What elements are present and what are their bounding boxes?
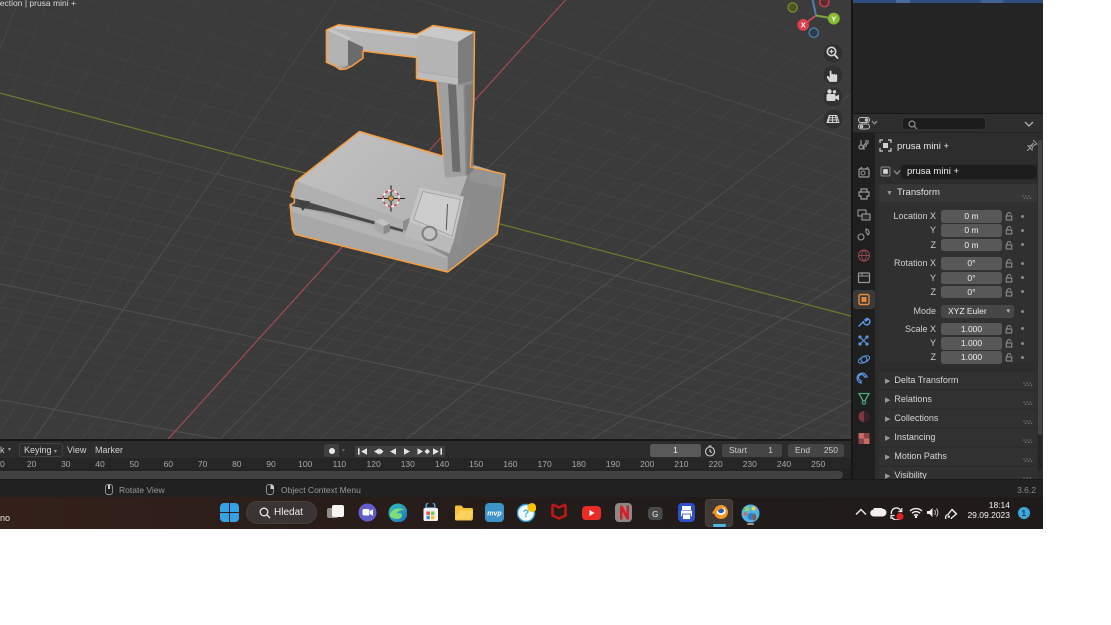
svg-text:Y: Y xyxy=(831,14,836,23)
svg-text:llection | prusa mini +: llection | prusa mini + xyxy=(0,0,76,8)
svg-text:G: G xyxy=(652,509,658,518)
svg-text:X: X xyxy=(801,21,806,30)
svg-text:mvp: mvp xyxy=(487,511,502,518)
